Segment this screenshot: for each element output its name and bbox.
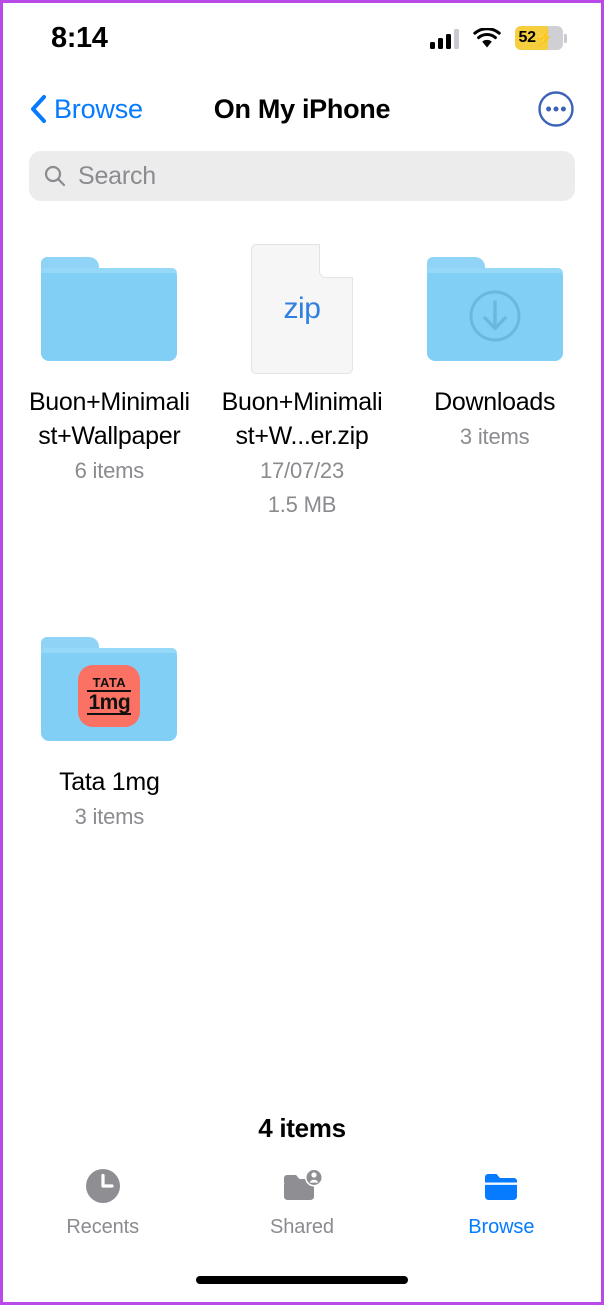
- file-icon-slot: [13, 233, 206, 385]
- tab-shared[interactable]: Shared: [202, 1164, 401, 1239]
- file-item-tata-1mg[interactable]: TATA 1mg Tata 1mg 3 items: [13, 613, 206, 833]
- file-name: Tata 1mg: [59, 767, 160, 796]
- chevron-left-icon: [31, 95, 46, 123]
- file-icon-slot: zip: [206, 233, 399, 385]
- file-item-folder[interactable]: Buon+Minimalist+Wallpaper 6 items: [13, 233, 206, 521]
- file-meta-primary: 3 items: [459, 424, 530, 449]
- status-time: 8:14: [51, 21, 108, 54]
- search-container: Search: [3, 151, 601, 201]
- cellular-bars-icon: [429, 28, 459, 49]
- search-input[interactable]: Search: [29, 151, 575, 201]
- battery-cap: [564, 33, 567, 43]
- file-grid: Buon+Minimalist+Wallpaper 6 items zip Bu…: [3, 233, 601, 833]
- search-placeholder: Search: [78, 161, 157, 190]
- file-name: Downloads: [434, 388, 556, 416]
- tab-recents[interactable]: Recents: [3, 1164, 202, 1239]
- folder-filled-icon: [479, 1164, 523, 1208]
- home-indicator[interactable]: [196, 1276, 408, 1284]
- battery-icon: 52 ⚡: [514, 26, 563, 50]
- tab-label: Shared: [270, 1216, 334, 1238]
- battery-percent: 52: [518, 29, 537, 46]
- back-button-label: Browse: [54, 93, 143, 124]
- wifi-icon: [472, 26, 501, 49]
- status-bar: 8:14 52 ⚡: [3, 3, 601, 73]
- file-meta-primary: 6 items: [74, 458, 145, 483]
- file-meta-primary: 3 items: [74, 803, 145, 829]
- tab-bar: Recents Shared Browse: [3, 1164, 601, 1260]
- file-item-downloads[interactable]: Downloads 3 items: [398, 233, 591, 521]
- tata-badge-line2: 1mg: [87, 690, 132, 716]
- file-name: Buon+Minimalist+Wallpaper: [28, 388, 190, 450]
- status-indicators: 52 ⚡: [429, 26, 567, 50]
- file-meta-primary: 17/07/23: [259, 458, 345, 483]
- back-button[interactable]: Browse: [29, 94, 143, 125]
- download-arrow-icon: [427, 285, 563, 347]
- file-icon-slot: TATA 1mg: [13, 613, 206, 765]
- tata-1mg-app-icon: TATA 1mg: [78, 664, 141, 727]
- file-icon-slot: [398, 233, 591, 385]
- folder-icon: [41, 257, 178, 361]
- battery-indicator: 52 ⚡: [514, 26, 567, 50]
- zip-extension-label: zip: [283, 292, 321, 325]
- iphone-screen: 8:14 52 ⚡ Browse On My iPhone Search Buo…: [0, 0, 604, 1305]
- folder-person-icon: [280, 1164, 324, 1208]
- clock-icon: [82, 1164, 124, 1208]
- tab-browse[interactable]: Browse: [402, 1164, 601, 1239]
- ellipsis-circle-icon: [538, 91, 574, 127]
- search-icon: [44, 165, 66, 187]
- zip-document-icon: zip: [250, 244, 353, 374]
- tab-label: Browse: [468, 1216, 535, 1238]
- item-count-label: 4 items: [258, 1113, 346, 1143]
- folder-downloads-icon: [426, 257, 563, 361]
- folder-app-badge-icon: TATA 1mg: [41, 636, 178, 741]
- more-button[interactable]: [537, 90, 575, 128]
- tata-badge-line1: TATA: [92, 675, 127, 691]
- charging-bolt-icon: ⚡: [534, 30, 554, 47]
- navigation-bar: Browse On My iPhone: [3, 73, 601, 145]
- file-name: Buon+Minimalist+W...er.zip: [221, 388, 383, 450]
- tab-label: Recents: [66, 1216, 139, 1238]
- file-meta-secondary: 1.5 MB: [267, 491, 337, 517]
- file-item-zip[interactable]: zip Buon+Minimalist+W...er.zip 17/07/23 …: [206, 233, 399, 521]
